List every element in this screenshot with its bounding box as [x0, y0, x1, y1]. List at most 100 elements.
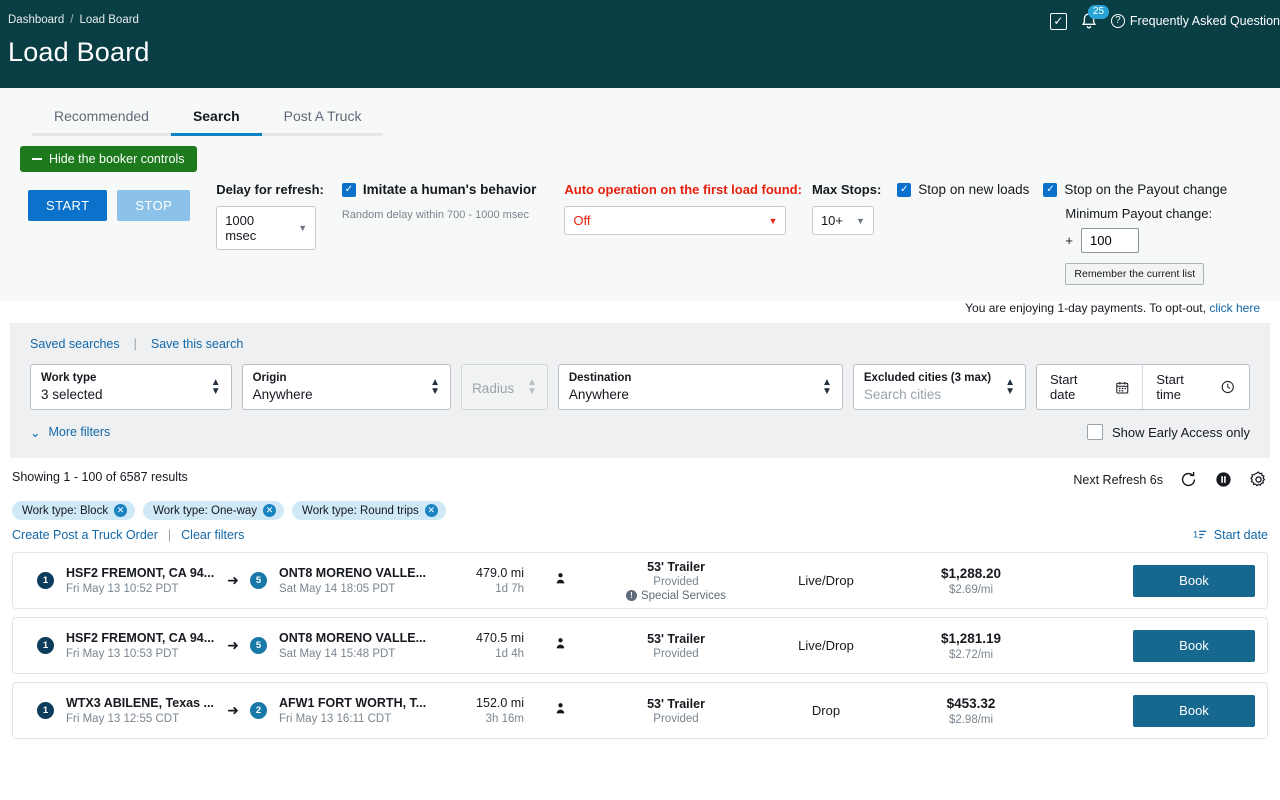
close-icon[interactable]: ✕	[424, 504, 438, 517]
payout-cell: $1,281.19 $2.72/mi	[896, 631, 1046, 661]
destination-time: Fri May 13 16:11 CDT	[279, 713, 392, 725]
filter-chip[interactable]: Work type: One-way ✕	[143, 501, 285, 520]
filter-work-type[interactable]: Work type 3 selected ▲ ▼	[30, 364, 232, 410]
max-stops-select[interactable]: 10+ ▼	[811, 206, 874, 235]
driver-cell	[524, 571, 596, 591]
start-time-picker[interactable]: Start time	[1142, 365, 1249, 409]
load-results-list: 1 HSF2 FREMONT, CA 94... Fri May 13 10:5…	[12, 552, 1268, 739]
distance-value: 152.0 mi	[476, 696, 524, 710]
breadcrumb-item-load-board[interactable]: Load Board	[79, 14, 138, 26]
origin-cell: HSF2 FREMONT, CA 94... Fri May 13 10:52 …	[66, 566, 216, 595]
results-section: Showing 1 - 100 of 6587 results Next Ref…	[0, 458, 1280, 739]
book-button[interactable]: Book	[1133, 564, 1255, 597]
mode-value: Live/Drop	[798, 573, 854, 588]
filter-radius: Radius ▲ ▼	[461, 364, 548, 410]
arrow-right-icon: ➜	[227, 702, 239, 718]
payout-rate: $2.69/mi	[948, 583, 994, 596]
delay-for-refresh-select[interactable]: 1000 msec ▼	[216, 206, 317, 250]
minimum-payout-change-label: Minimum Payout change:	[1065, 206, 1213, 221]
info-icon: !	[625, 590, 637, 601]
notifications-bell-icon[interactable]: 25	[1079, 5, 1110, 32]
max-stops-label: Max Stops:	[811, 182, 882, 197]
early-access-checkbox[interactable]	[1086, 424, 1103, 440]
table-row[interactable]: 1 WTX3 ABILENE, Texas ... Fri May 13 12:…	[12, 682, 1268, 739]
tasks-checkbox-icon[interactable]: ✓	[1049, 12, 1067, 30]
filter-destination-value: Anywhere	[568, 387, 629, 402]
filter-chip-label: Work type: One-way	[153, 504, 258, 517]
special-services[interactable]: ! Special Services	[596, 590, 756, 602]
delay-hint-text: Random delay within 700 - 1000 msec	[341, 209, 529, 221]
auto-operation-select[interactable]: Off ▼	[564, 206, 787, 235]
hide-booker-controls-button[interactable]: Hide the booker controls	[20, 146, 197, 172]
mode-value: Drop	[811, 703, 841, 718]
table-row[interactable]: 1 HSF2 FREMONT, CA 94... Fri May 13 10:5…	[12, 617, 1268, 674]
result-actions: Create Post a Truck Order | Clear filter…	[12, 528, 244, 542]
start-button[interactable]: START	[28, 190, 108, 221]
stepper-icon: ▲ ▼	[526, 376, 537, 397]
filter-excluded-cities-label: Excluded cities (3 max)	[863, 372, 992, 384]
settings-gear-icon[interactable]	[1249, 470, 1268, 489]
book-button[interactable]: Book	[1133, 629, 1255, 662]
stop-on-payout-change-checkbox[interactable]: ✓	[1043, 182, 1058, 197]
origin-cell: WTX3 ABILENE, Texas ... Fri May 13 12:55…	[66, 696, 216, 725]
filter-destination-label: Destination	[568, 372, 632, 384]
early-access-label: Show Early Access only	[1111, 424, 1250, 440]
auto-operation-label: Auto operation on the first load found:	[564, 182, 802, 197]
save-this-search-link[interactable]: Save this search	[151, 337, 243, 351]
table-row[interactable]: 1 HSF2 FREMONT, CA 94... Fri May 13 10:5…	[12, 552, 1268, 609]
stop-button[interactable]: STOP	[117, 190, 191, 221]
faq-link[interactable]: ? Frequently Asked Question	[1110, 14, 1280, 28]
duration-value: 1d 7h	[495, 583, 524, 595]
origin-time: Fri May 13 10:52 PDT	[66, 583, 179, 595]
destination-cell: AFW1 FORT WORTH, T... Fri May 13 16:11 C…	[279, 696, 429, 725]
filter-excluded-cities[interactable]: Excluded cities (3 max) Search cities ▲ ▼	[852, 364, 1027, 410]
auto-operation-value: Off	[573, 213, 591, 228]
destination-time: Sat May 14 18:05 PDT	[279, 583, 396, 595]
driver-person-icon	[556, 572, 564, 583]
stop-on-new-loads-row[interactable]: ✓ Stop on new loads	[897, 182, 1029, 197]
close-icon[interactable]: ✕	[114, 504, 128, 517]
imitate-human-checkbox[interactable]: ✓	[341, 182, 356, 197]
payout-cell: $1,288.20 $2.69/mi	[896, 566, 1046, 596]
clear-filters-link[interactable]: Clear filters	[181, 528, 244, 542]
delay-for-refresh-label: Delay for refresh:	[216, 182, 324, 197]
filter-chip[interactable]: Work type: Block ✕	[12, 501, 136, 520]
payout-rate: $2.98/mi	[948, 713, 994, 726]
pause-icon[interactable]	[1214, 470, 1233, 489]
payments-opt-out-link[interactable]: click here	[1209, 301, 1260, 315]
stop-on-payout-change-group: ✓ Stop on the Payout change Minimum Payo…	[1043, 182, 1227, 285]
tab-search[interactable]: Search	[170, 102, 262, 136]
breadcrumb-item-dashboard[interactable]: Dashboard	[8, 14, 64, 26]
filter-chip[interactable]: Work type: Round trips ✕	[292, 501, 446, 520]
remember-current-list-button[interactable]: Remember the current list	[1065, 263, 1205, 285]
stop-on-payout-change-row[interactable]: ✓ Stop on the Payout change	[1043, 182, 1227, 197]
arrow-right-icon: ➜	[227, 572, 239, 588]
early-access-filter[interactable]: Show Early Access only	[1086, 424, 1250, 440]
saved-searches-link[interactable]: Saved searches	[30, 337, 120, 351]
hide-booker-controls-label: Hide the booker controls	[49, 152, 185, 166]
origin-stop-badge: 1	[37, 572, 54, 589]
driver-person-icon	[556, 637, 564, 648]
book-button[interactable]: Book	[1133, 694, 1255, 727]
origin-stop-badge: 1	[37, 637, 54, 654]
stop-on-new-loads-checkbox[interactable]: ✓	[897, 182, 912, 197]
minimum-payout-change-input[interactable]	[1080, 228, 1139, 253]
tab-bar: Recommended Search Post A Truck	[0, 88, 1280, 136]
imitate-human-checkbox-row[interactable]: ✓ Imitate a human's behavior	[341, 182, 537, 197]
filter-origin[interactable]: Origin Anywhere ▲ ▼	[241, 364, 452, 410]
start-date-picker[interactable]: Start date	[1037, 365, 1142, 409]
distance-value: 479.0 mi	[476, 566, 524, 580]
sort-by-start-date-button[interactable]: 1 Start date	[1193, 527, 1268, 542]
create-post-a-truck-order-link[interactable]: Create Post a Truck Order	[12, 528, 158, 542]
filter-origin-label: Origin	[252, 372, 287, 384]
tab-recommended[interactable]: Recommended	[32, 102, 171, 136]
filter-work-type-label: Work type	[41, 372, 97, 384]
more-filters-toggle[interactable]: ⌄ More filters	[30, 425, 110, 440]
imitate-human-label: Imitate a human's behavior	[362, 182, 537, 197]
close-icon[interactable]: ✕	[263, 504, 277, 517]
refresh-icon[interactable]	[1179, 470, 1198, 489]
filter-destination[interactable]: Destination Anywhere ▲ ▼	[557, 364, 843, 410]
delay-for-refresh-group: Delay for refresh: 1000 msec ▼	[216, 182, 324, 250]
refresh-controls: Next Refresh 6s	[1073, 470, 1268, 489]
tab-post-a-truck[interactable]: Post A Truck	[261, 102, 384, 136]
